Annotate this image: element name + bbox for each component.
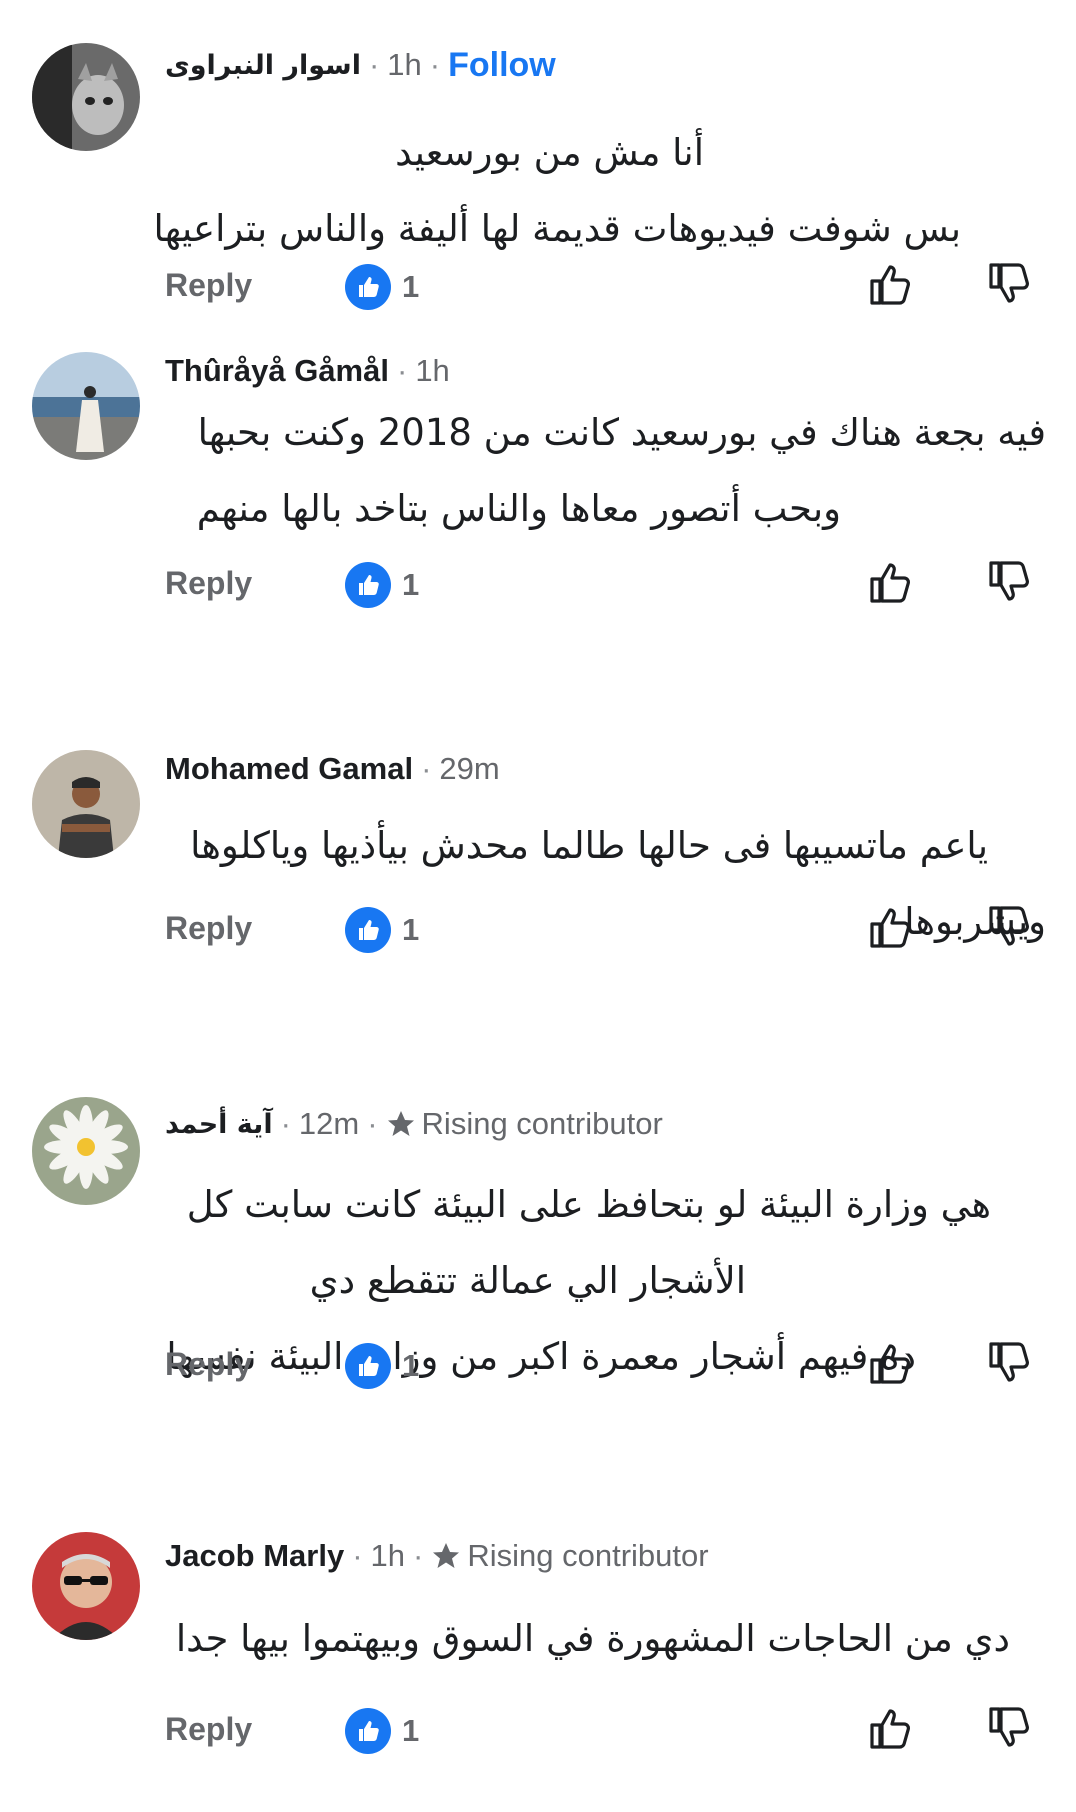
comment-header: Thûråyå Gåmål · 1h <box>165 351 450 391</box>
comment-header: Mohamed Gamal · 29m <box>165 749 500 789</box>
timestamp[interactable]: 1h <box>387 47 421 83</box>
thumbs-down-icon[interactable] <box>985 1338 1035 1388</box>
thumbs-up-icon[interactable] <box>866 259 916 309</box>
author-name[interactable]: Jacob Marly <box>165 1538 344 1574</box>
author-name[interactable]: آية أحمد <box>165 1109 273 1140</box>
thumbs-down-icon[interactable] <box>985 1703 1035 1753</box>
comment-header: آية أحمد · 12m · Rising contributor <box>165 1104 663 1144</box>
separator-dot: · <box>396 353 408 388</box>
comment-text: فيه بجعة هناك في بورسعيد كانت من 2018 وك… <box>165 395 1046 547</box>
comment-actions: Reply 1 <box>0 257 1076 317</box>
cat-avatar-icon <box>32 43 140 151</box>
like-count: 1 <box>402 567 420 602</box>
badge-label: Rising contributor <box>421 1106 663 1141</box>
avatar[interactable] <box>32 1097 140 1205</box>
comment-line: دي من الحاجات المشهورة في السوق وبيهتموا… <box>175 1617 1010 1660</box>
star-icon <box>433 1543 460 1568</box>
like-reaction-icon[interactable] <box>345 1708 391 1754</box>
man-sunglasses-avatar-icon <box>32 1532 140 1640</box>
avatar[interactable] <box>32 43 140 151</box>
star-icon <box>387 1111 414 1136</box>
seaside-avatar-icon <box>32 352 140 460</box>
rising-contributor-badge[interactable]: Rising contributor <box>386 1106 663 1142</box>
reply-button[interactable]: Reply <box>165 910 252 947</box>
thumbs-down-icon[interactable] <box>985 902 1035 952</box>
like-count: 1 <box>402 269 420 304</box>
like-count: 1 <box>402 912 420 947</box>
comment-line: بس شوفت فيديوهات قديمة لها أليفة والناس … <box>153 207 962 250</box>
avatar[interactable] <box>32 1532 140 1640</box>
avatar[interactable] <box>32 352 140 460</box>
separator-dot: · <box>367 1106 378 1141</box>
reply-button[interactable]: Reply <box>165 1346 252 1383</box>
comment-line: ياعم ماتسيبها فى حالها طالما محدش بيأذيه… <box>190 824 988 867</box>
separator-dot: · <box>421 751 432 786</box>
separator-dot: · <box>368 47 380 82</box>
thumbs-up-icon[interactable] <box>866 902 916 952</box>
reply-button[interactable]: Reply <box>165 267 252 304</box>
avatar[interactable] <box>32 750 140 858</box>
rising-contributor-badge[interactable]: Rising contributor <box>431 1538 709 1574</box>
comment-line: فيه بجعة هناك في بورسعيد كانت من 2018 وك… <box>197 411 1046 454</box>
reply-button[interactable]: Reply <box>165 1711 252 1748</box>
comment-line: هي وزارة البيئة لو بتحافظ على البيئة كان… <box>186 1183 991 1226</box>
comment-line: وبحب أتصور معاها والناس بتاخد بالها منهم <box>196 487 841 530</box>
comment-actions: Reply 1 <box>0 900 1076 960</box>
comment-header: اسوار النبراوى · 1h · Follow <box>165 45 556 85</box>
thumbs-up-icon[interactable] <box>866 1703 916 1753</box>
thumbs-down-icon[interactable] <box>985 259 1035 309</box>
comment-actions: Reply 1 <box>0 1336 1076 1396</box>
thumbs-down-icon[interactable] <box>985 557 1035 607</box>
separator-dot: · <box>429 47 441 82</box>
author-name[interactable]: اسوار النبراوى <box>165 50 361 81</box>
comment-text: أنا مش من بورسعيد بس شوفت فيديوهات قديمة… <box>154 115 1046 267</box>
timestamp[interactable]: 1h <box>371 1538 405 1574</box>
timestamp[interactable]: 12m <box>299 1106 359 1142</box>
thumbs-up-icon[interactable] <box>866 1338 916 1388</box>
follow-button[interactable]: Follow <box>448 46 556 85</box>
comment-text: دي من الحاجات المشهورة في السوق وبيهتموا… <box>165 1601 1046 1677</box>
comment-line: أنا مش من بورسعيد <box>395 131 704 174</box>
separator-dot: · <box>352 1538 363 1573</box>
author-name[interactable]: Thûråyå Gåmål <box>165 353 389 389</box>
comment-header: Jacob Marly · 1h · Rising contributor <box>165 1536 709 1576</box>
thumbs-up-icon[interactable] <box>866 557 916 607</box>
author-name[interactable]: Mohamed Gamal <box>165 751 413 787</box>
like-reaction-icon[interactable] <box>345 264 391 310</box>
comment-line: الأشجار الي عمالة تتقطع دي <box>309 1259 746 1302</box>
reply-button[interactable]: Reply <box>165 565 252 602</box>
separator-dot: · <box>280 1106 291 1141</box>
like-count: 1 <box>402 1713 420 1748</box>
like-reaction-icon[interactable] <box>345 1343 391 1389</box>
separator-dot: · <box>413 1538 424 1573</box>
person-avatar-icon <box>32 750 140 858</box>
like-reaction-icon[interactable] <box>345 907 391 953</box>
comment-actions: Reply 1 <box>0 555 1076 615</box>
comment-actions: Reply 1 <box>0 1701 1076 1761</box>
timestamp[interactable]: 1h <box>415 353 449 389</box>
like-count: 1 <box>402 1348 420 1383</box>
timestamp[interactable]: 29m <box>439 751 499 787</box>
like-reaction-icon[interactable] <box>345 562 391 608</box>
badge-label: Rising contributor <box>467 1538 709 1573</box>
flower-avatar-icon <box>32 1097 140 1205</box>
